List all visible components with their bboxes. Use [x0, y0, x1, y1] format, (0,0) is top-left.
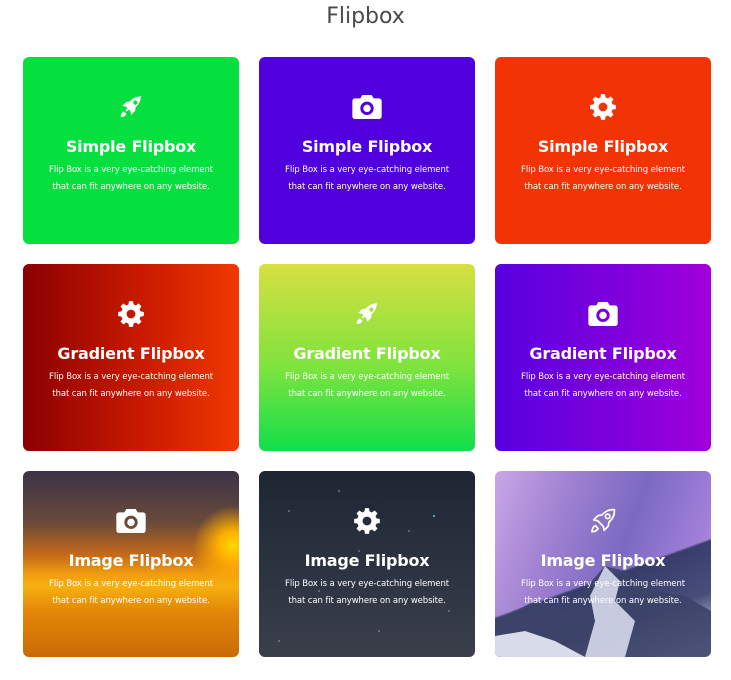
card-description: Flip Box is a very eye-catching element … — [521, 165, 685, 192]
flipbox-card[interactable]: Simple Flipbox Flip Box is a very eye-ca… — [23, 57, 239, 244]
card-title: Image Flipbox — [540, 551, 666, 570]
flipbox-card[interactable]: Image Flipbox Flip Box is a very eye-cat… — [259, 471, 475, 657]
card-title: Simple Flipbox — [537, 137, 669, 156]
gear-icon — [349, 503, 385, 539]
rocket-outline-icon — [585, 503, 621, 539]
camera-icon — [585, 296, 621, 332]
flipbox-card[interactable]: Image Flipbox Flip Box is a very eye-cat… — [495, 471, 711, 657]
card-description: Flip Box is a very eye-catching element … — [49, 165, 213, 192]
flipbox-card[interactable]: Simple Flipbox Flip Box is a very eye-ca… — [259, 57, 475, 244]
card-title: Image Flipbox — [68, 551, 194, 570]
flipbox-card[interactable]: Gradient Flipbox Flip Box is a very eye-… — [259, 264, 475, 451]
camera-icon — [113, 503, 149, 539]
flipbox-card[interactable]: Simple Flipbox Flip Box is a very eye-ca… — [495, 57, 711, 244]
card-description: Flip Box is a very eye-catching element … — [285, 579, 449, 606]
gear-icon — [113, 296, 149, 332]
card-description: Flip Box is a very eye-catching element … — [521, 372, 685, 399]
flipbox-card[interactable]: Image Flipbox Flip Box is a very eye-cat… — [23, 471, 239, 657]
flipbox-card[interactable]: Gradient Flipbox Flip Box is a very eye-… — [23, 264, 239, 451]
card-description: Flip Box is a very eye-catching element … — [285, 372, 449, 399]
flipbox-card[interactable]: Gradient Flipbox Flip Box is a very eye-… — [495, 264, 711, 451]
card-description: Flip Box is a very eye-catching element … — [521, 579, 685, 606]
camera-icon — [349, 89, 385, 125]
card-description: Flip Box is a very eye-catching element … — [49, 372, 213, 399]
card-title: Simple Flipbox — [65, 137, 197, 156]
card-title: Gradient Flipbox — [529, 344, 677, 363]
card-title: Image Flipbox — [304, 551, 430, 570]
rocket-icon — [113, 89, 149, 125]
page-title: Flipbox — [326, 4, 405, 29]
flipbox-grid: Simple Flipbox Flip Box is a very eye-ca… — [23, 57, 711, 657]
card-description: Flip Box is a very eye-catching element … — [285, 165, 449, 192]
gear-icon — [585, 89, 621, 125]
rocket-icon — [349, 296, 385, 332]
card-description: Flip Box is a very eye-catching element … — [49, 579, 213, 606]
card-title: Simple Flipbox — [301, 137, 433, 156]
card-title: Gradient Flipbox — [57, 344, 205, 363]
card-title: Gradient Flipbox — [293, 344, 441, 363]
